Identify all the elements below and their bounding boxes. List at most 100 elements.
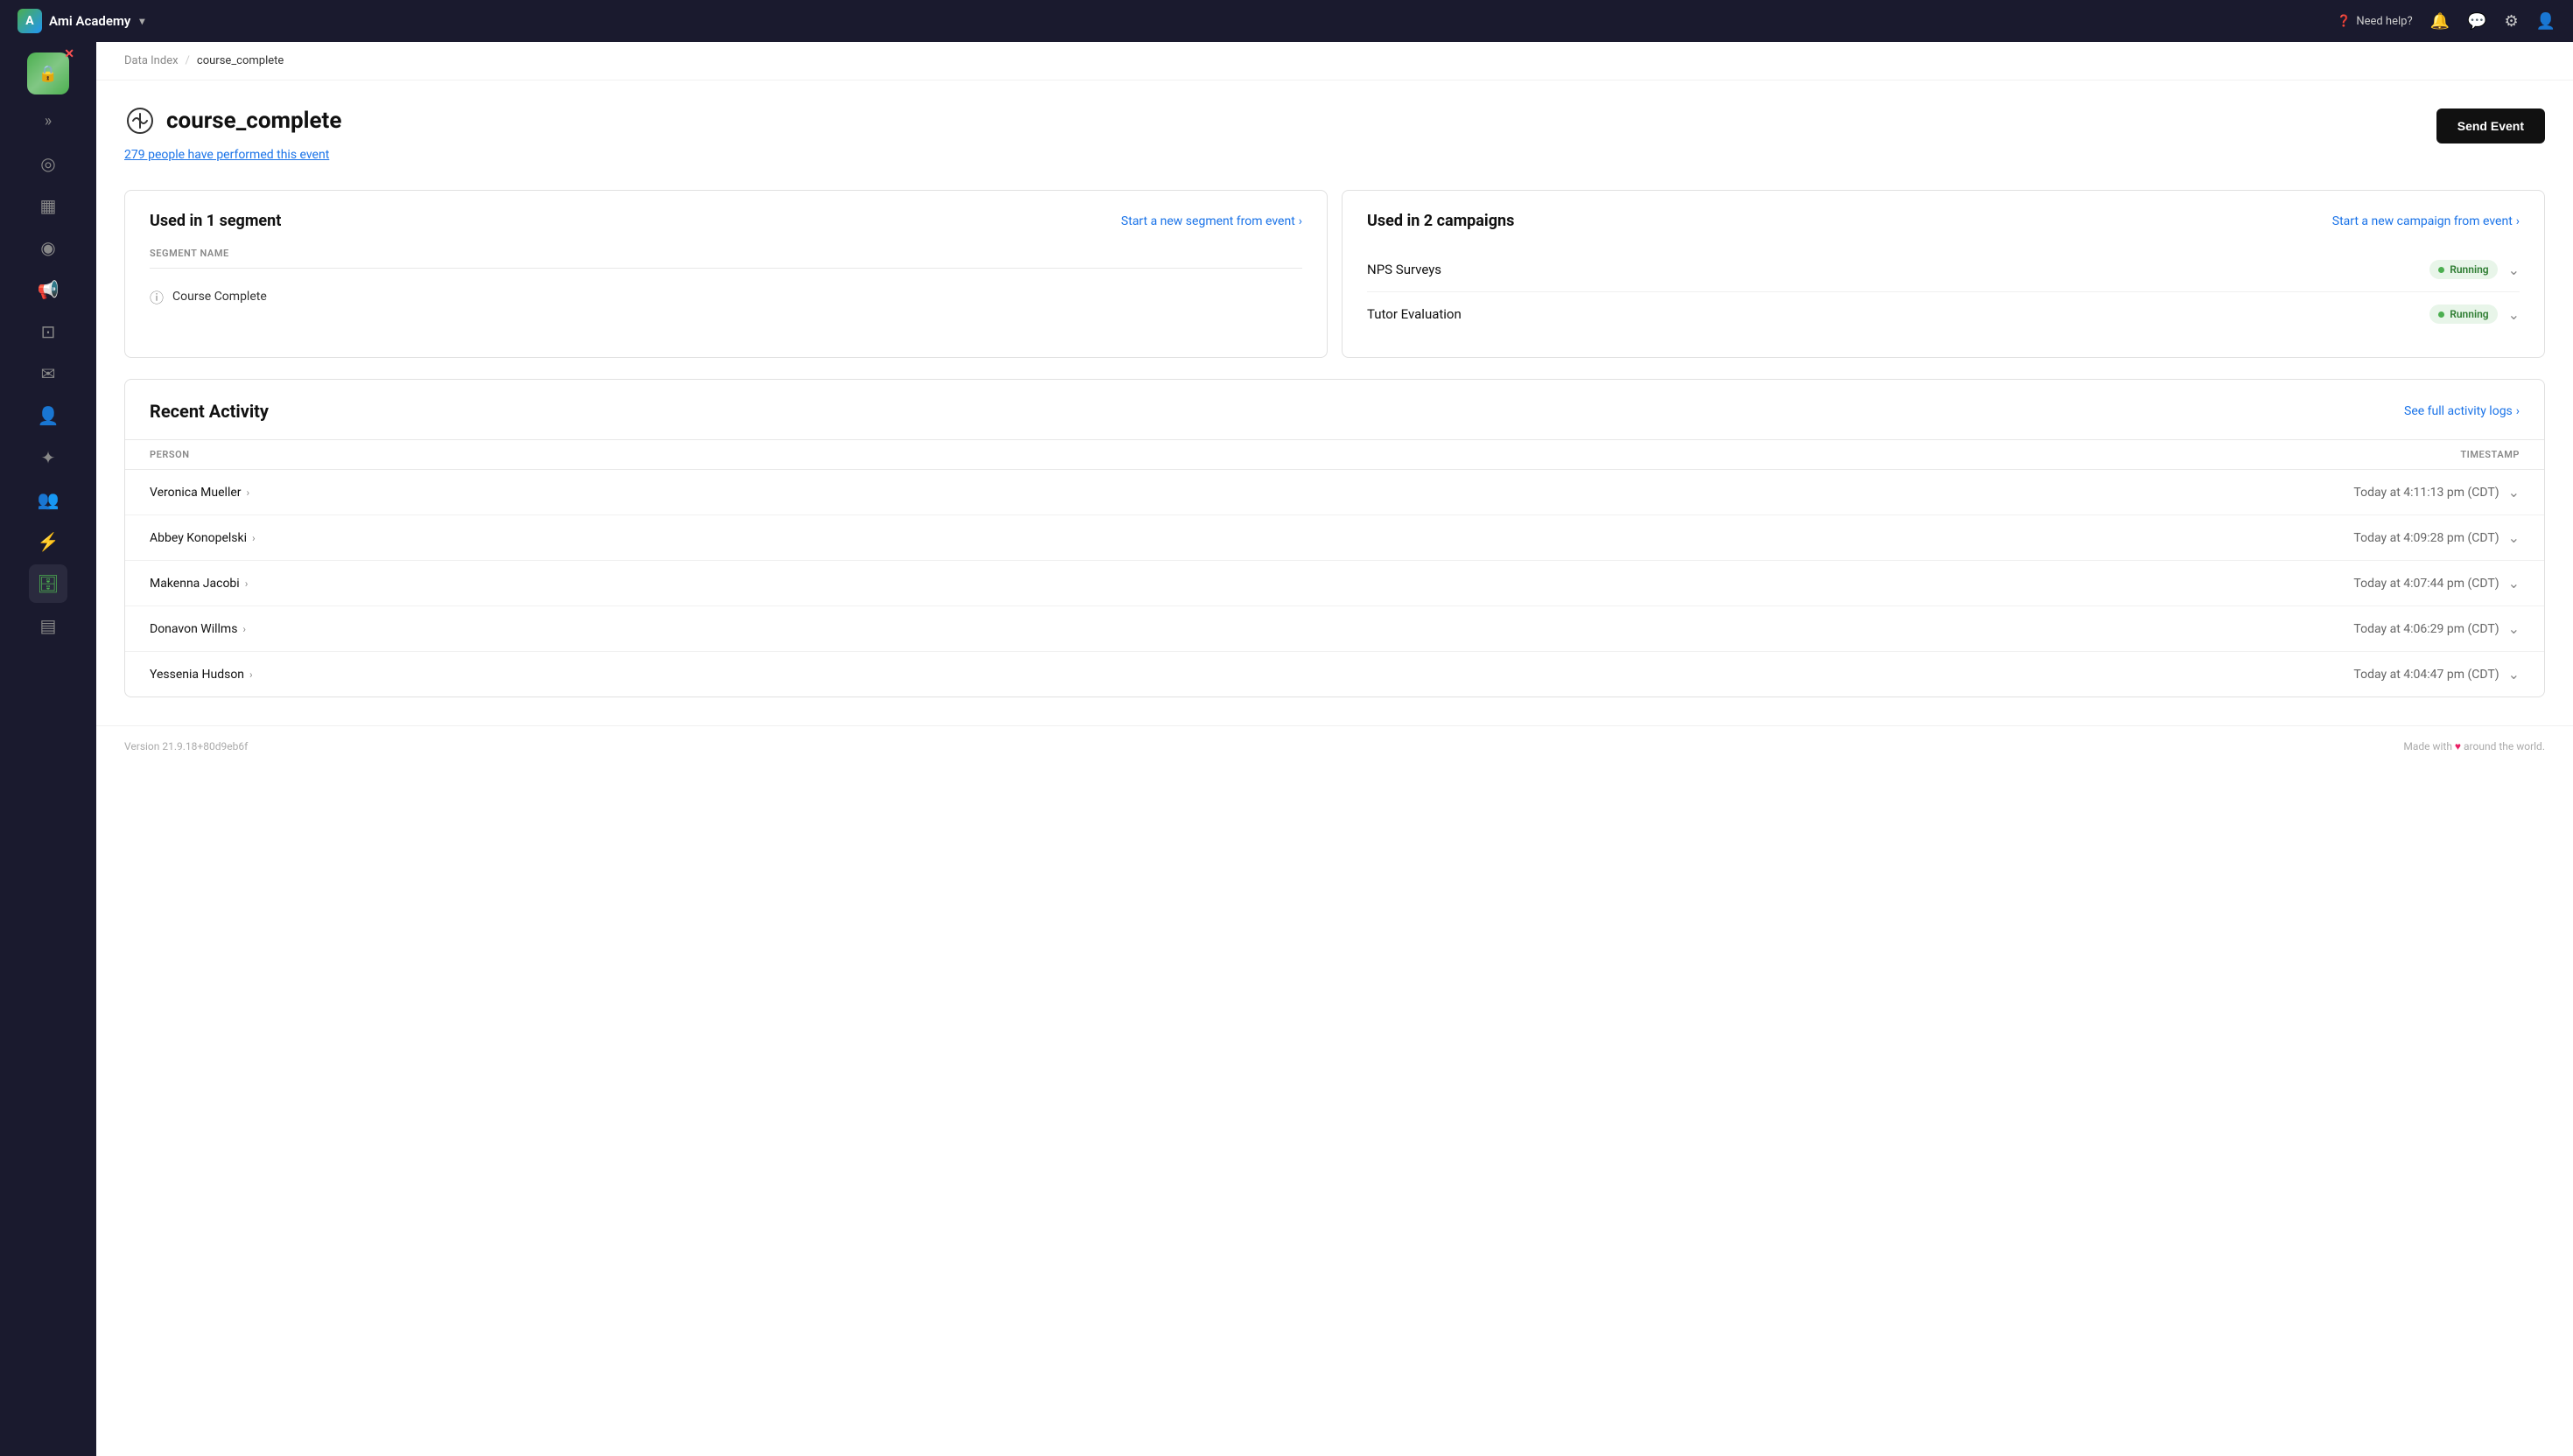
data-index-icon: 🗄 xyxy=(37,573,59,594)
messages-icon[interactable]: 💬 xyxy=(2467,12,2486,31)
integrations-icon: ✦ xyxy=(41,447,56,468)
campaign-card-title: Used in 2 campaigns xyxy=(1367,212,1514,230)
person-cell: Yessenia Hudson › xyxy=(125,652,1137,697)
help-button[interactable]: ❓ Need help? xyxy=(2337,15,2412,28)
logo-icon: A xyxy=(18,9,42,33)
person-name: Veronica Mueller xyxy=(150,486,242,500)
sidebar-item-terminal[interactable]: ⊡ xyxy=(29,312,67,351)
table-row: Makenna Jacobi › Today at 4:07:44 pm (CD… xyxy=(125,561,2544,606)
row-expand-icon[interactable]: ⌄ xyxy=(2508,575,2520,592)
campaign-card-header: Used in 2 campaigns Start a new campaign… xyxy=(1367,212,2520,230)
row-expand-icon[interactable]: ⌄ xyxy=(2508,529,2520,546)
person-name: Donavon Willms xyxy=(150,622,237,636)
timestamp-cell: Today at 4:06:29 pm (CDT) ⌄ xyxy=(1137,606,2544,652)
col-person: PERSON xyxy=(125,440,1137,470)
activity-section: Recent Activity See full activity logs ›… xyxy=(124,379,2545,697)
sidebar-logo: 🔒 ✕ xyxy=(27,52,69,94)
person-name: Makenna Jacobi xyxy=(150,577,240,591)
table-row: Yessenia Hudson › Today at 4:04:47 pm (C… xyxy=(125,652,2544,697)
campaign-list: NPS Surveys Running ⌄ Tutor Evaluation R… xyxy=(1367,248,2520,336)
campaign-name: NPS Surveys xyxy=(1367,262,1441,277)
sidebar-collapse-button[interactable]: » xyxy=(38,105,59,137)
version-text: Version 21.9.18+80d9eb6f xyxy=(124,740,248,752)
person-chevron-icon: › xyxy=(242,623,246,635)
person-chevron-icon: › xyxy=(247,486,250,499)
terminal-icon: ⊡ xyxy=(41,321,56,342)
settings-icon[interactable]: ⚙ xyxy=(2504,12,2518,31)
sidebar-item-audience[interactable]: 👥 xyxy=(29,480,67,519)
send-event-button[interactable]: Send Event xyxy=(2436,108,2545,144)
segment-info-icon: ⓘ xyxy=(150,286,164,307)
full-activity-logs-link[interactable]: See full activity logs › xyxy=(2404,404,2520,418)
notifications-icon[interactable]: 🔔 xyxy=(2430,12,2450,31)
profile-icon[interactable]: 👤 xyxy=(2536,12,2555,31)
person-chevron-icon: › xyxy=(252,532,256,544)
sidebar-item-people[interactable]: 👤 xyxy=(29,396,67,435)
footer-suffix: around the world. xyxy=(2464,740,2545,752)
table-row: Abbey Konopelski › Today at 4:09:28 pm (… xyxy=(125,515,2544,561)
targeting-icon: ◉ xyxy=(40,237,55,258)
sidebar-item-dashboard[interactable]: ◎ xyxy=(29,144,67,183)
timestamp-text: Today at 4:06:29 pm (CDT) xyxy=(2353,622,2499,636)
breadcrumb-separator: / xyxy=(186,54,190,67)
footer: Version 21.9.18+80d9eb6f Made with ♥ aro… xyxy=(96,725,2573,766)
campaign-card: Used in 2 campaigns Start a new campaign… xyxy=(1342,190,2545,358)
timestamp-value: Today at 4:04:47 pm (CDT) ⌄ xyxy=(1161,666,2520,682)
people-count[interactable]: 279 people have performed this event xyxy=(124,145,341,162)
row-expand-icon[interactable]: ⌄ xyxy=(2508,666,2520,682)
person-link[interactable]: Donavon Willms › xyxy=(150,622,1112,636)
page-title-row: course_complete xyxy=(124,105,341,136)
activity-title: Recent Activity xyxy=(150,401,269,422)
segment-card: Used in 1 segment Start a new segment fr… xyxy=(124,190,1328,358)
people-count-link[interactable]: 279 people have performed this event xyxy=(124,148,329,162)
analytics-icon: ▦ xyxy=(40,195,57,216)
row-expand-icon[interactable]: ⌄ xyxy=(2508,484,2520,500)
timestamp-text: Today at 4:04:47 pm (CDT) xyxy=(2353,668,2499,682)
sidebar-item-table[interactable]: ▤ xyxy=(29,606,67,645)
sidebar-item-integrations[interactable]: ✦ xyxy=(29,438,67,477)
timestamp-value: Today at 4:06:29 pm (CDT) ⌄ xyxy=(1161,620,2520,637)
campaign-item: NPS Surveys Running ⌄ xyxy=(1367,248,2520,292)
sidebar-item-campaigns[interactable]: 📢 xyxy=(29,270,67,309)
new-campaign-link-arrow: › xyxy=(2516,214,2520,228)
person-chevron-icon: › xyxy=(245,578,249,590)
person-name: Yessenia Hudson xyxy=(150,668,244,682)
breadcrumb-current: course_complete xyxy=(197,54,284,67)
event-icon xyxy=(124,105,156,136)
campaign-expand-icon[interactable]: ⌄ xyxy=(2508,262,2520,278)
footer-credit: Made with ♥ around the world. xyxy=(2403,740,2545,752)
person-link[interactable]: Yessenia Hudson › xyxy=(150,668,1112,682)
col-timestamp: TIMESTAMP xyxy=(1137,440,2544,470)
app-logo[interactable]: A Ami Academy ▾ xyxy=(18,9,144,33)
sidebar-item-activity[interactable]: ⚡ xyxy=(29,522,67,561)
activity-header: Recent Activity See full activity logs › xyxy=(125,380,2544,439)
status-badge: Running xyxy=(2429,304,2497,324)
help-label: Need help? xyxy=(2356,15,2412,28)
timestamp-value: Today at 4:07:44 pm (CDT) ⌄ xyxy=(1161,575,2520,592)
inbox-icon: ✉ xyxy=(41,363,56,384)
campaign-expand-icon[interactable]: ⌄ xyxy=(2508,306,2520,323)
sidebar-item-data-index[interactable]: 🗄 xyxy=(29,564,67,603)
new-segment-link-label: Start a new segment from event xyxy=(1121,214,1295,228)
person-link[interactable]: Abbey Konopelski › xyxy=(150,531,1112,545)
timestamp-text: Today at 4:11:13 pm (CDT) xyxy=(2353,486,2499,500)
breadcrumb-parent[interactable]: Data Index xyxy=(124,54,179,67)
sidebar-item-inbox[interactable]: ✉ xyxy=(29,354,67,393)
sidebar-item-targeting[interactable]: ◉ xyxy=(29,228,67,267)
segment-name: Course Complete xyxy=(172,290,267,304)
timestamp-value: Today at 4:09:28 pm (CDT) ⌄ xyxy=(1161,529,2520,546)
new-segment-link[interactable]: Start a new segment from event › xyxy=(1121,214,1302,228)
timestamp-cell: Today at 4:11:13 pm (CDT) ⌄ xyxy=(1137,470,2544,515)
person-link[interactable]: Makenna Jacobi › xyxy=(150,577,1112,591)
table-row: Donavon Willms › Today at 4:06:29 pm (CD… xyxy=(125,606,2544,652)
page-header: course_complete 279 people have performe… xyxy=(96,80,2573,176)
sidebar-logo-icon: 🔒 xyxy=(39,65,58,83)
topnav-actions: ❓ Need help? 🔔 💬 ⚙ 👤 xyxy=(2337,12,2555,31)
person-cell: Abbey Konopelski › xyxy=(125,515,1137,561)
person-link[interactable]: Veronica Mueller › xyxy=(150,486,1112,500)
sidebar-item-analytics[interactable]: ▦ xyxy=(29,186,67,225)
cards-row: Used in 1 segment Start a new segment fr… xyxy=(96,176,2573,379)
new-campaign-link[interactable]: Start a new campaign from event › xyxy=(2332,214,2520,228)
row-expand-icon[interactable]: ⌄ xyxy=(2508,620,2520,637)
table-icon: ▤ xyxy=(40,615,57,636)
